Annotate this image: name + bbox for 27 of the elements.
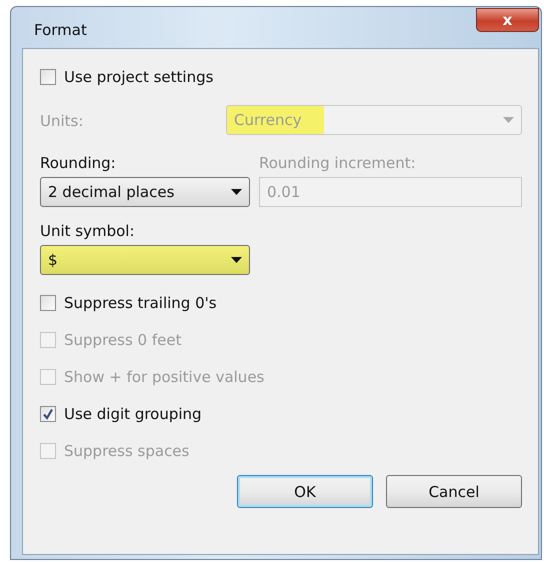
rounding-label: Rounding: [40,154,116,172]
checkbox[interactable] [40,295,56,311]
window-title: Format [34,21,87,39]
rounding-increment-label: Rounding increment: [259,154,416,172]
dropdown-value: $ [48,251,58,269]
dropdown-value: 2 decimal places [48,183,174,201]
checkbox-label: Suppress trailing 0's [64,294,217,312]
unit-symbol-label: Unit symbol: [40,222,135,240]
checkbox-label: Suppress spaces [64,442,190,460]
checkbox-label: Suppress 0 feet [64,331,182,349]
checkmark-icon [42,408,54,420]
field-value: 0.01 [267,183,300,201]
close-button[interactable]: x [476,8,539,32]
caret-icon [231,189,242,195]
dialog-button[interactable]: Cancel [386,475,522,508]
checkbox-label: Show + for positive values [64,368,264,386]
checkbox[interactable] [40,69,56,85]
dropdown[interactable]: 2 decimal places [40,177,250,207]
dropdown[interactable]: $ [40,245,250,275]
dialog-button[interactable]: OK [237,475,373,508]
caret-icon [231,257,242,263]
checkbox-label: Use digit grouping [64,405,202,423]
checkbox[interactable] [40,406,56,422]
caret-icon [503,117,514,123]
units-label: Units: [40,112,84,130]
dropdown-value: Currency [234,111,302,129]
checkbox-label: Use project settings [64,68,214,86]
